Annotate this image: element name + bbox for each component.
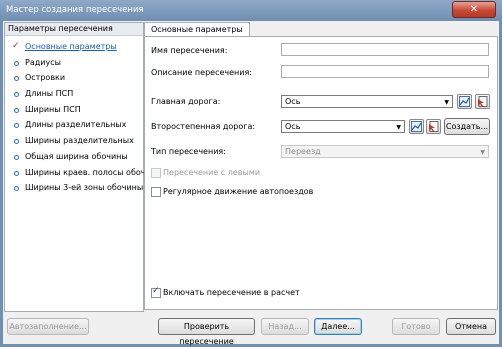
name-label: Имя пересечения: [151, 46, 228, 55]
sidebar-item-islands[interactable]: Островки [5, 70, 143, 86]
checkbox-box [151, 286, 161, 298]
sidebar-item-label: Ширины краев. полосы обочины [25, 167, 163, 177]
parameters-list: ✓ Основные параметры Радиусы Островки Дл… [5, 39, 162, 196]
tab-main-parameters[interactable]: Основные параметры [144, 22, 250, 37]
bullet-icon [14, 76, 19, 82]
sidebar-item-psp-lengths[interactable]: Длины ПСП [5, 86, 143, 102]
sidebar-item-label: Длины разделительных [25, 120, 127, 130]
sidebar-item-psp-widths[interactable]: Ширины ПСП [5, 102, 143, 118]
check-intersection-button[interactable]: Проверить пересечение [158, 318, 255, 346]
bullet-icon [14, 139, 19, 145]
checkbox-box [151, 168, 161, 178]
autofill-button[interactable]: Автозаполнение... [7, 318, 89, 335]
road-profile-icon [459, 96, 470, 107]
pick-secondary-road-button[interactable] [409, 119, 424, 134]
tab-strip: Основные параметры [144, 22, 498, 37]
parameters-panel: Основные параметры Имя пересечения: Опис… [144, 22, 498, 310]
regular-traffic-label: Регулярное движение автопоездов [163, 187, 314, 196]
bullet-icon [14, 154, 19, 160]
sidebar-item-main-parameters[interactable]: ✓ Основные параметры [5, 39, 143, 55]
sidebar-item-label: Ширины ПСП [25, 104, 81, 114]
secondary-road-value: Ось [285, 122, 301, 131]
next-button[interactable]: Далее... [314, 318, 362, 335]
road-profile-icon [411, 121, 422, 132]
cursor-pick-icon [429, 121, 439, 132]
main-road-label: Главная дорога: [151, 97, 221, 106]
bullet-icon [14, 123, 19, 129]
title-bar[interactable]: Мастер создания пересечения ✕ [0, 0, 502, 22]
sidebar-item-divider-widths[interactable]: Ширины разделительных [5, 133, 143, 149]
description-input[interactable] [281, 65, 489, 78]
checkbox-box [151, 187, 161, 197]
sidebar-item-third-zone-widths[interactable]: Ширины 3-ей зоны обочины [5, 180, 143, 196]
main-road-value: Ось [285, 97, 301, 106]
pick-main-road-button[interactable] [457, 94, 472, 109]
secondary-road-select[interactable]: Ось ▼ [281, 120, 405, 133]
close-button[interactable]: ✕ [452, 1, 496, 18]
cancel-button[interactable]: Отмена [446, 318, 496, 335]
intersection-type-select[interactable]: Переезд ▼ [281, 145, 489, 158]
bullet-icon [14, 92, 19, 98]
dialog-body: Параметры пересечения ✓ Основные парамет… [3, 21, 499, 346]
tab-page: Имя пересечения: Описание пересечения: Г… [144, 36, 498, 310]
window-title: Мастер создания пересечения [6, 5, 144, 15]
wizard-window: Мастер создания пересечения ✕ Параметры … [0, 0, 502, 347]
main-road-select[interactable]: Ось ▼ [281, 95, 453, 108]
sidebar-item-label: Радиусы [25, 57, 61, 67]
bullet-icon [14, 60, 19, 66]
footer-button-bar: Автозаполнение... Проверить пересечение … [3, 312, 499, 346]
select-secondary-road-on-plan-button[interactable] [426, 119, 441, 134]
description-label: Описание пересечения: [151, 68, 252, 77]
chevron-down-icon: ▼ [396, 124, 401, 131]
sidebar-item-edge-strip-widths[interactable]: Ширины краев. полосы обочины [5, 165, 162, 181]
chevron-down-icon: ▼ [480, 149, 485, 156]
type-label: Тип пересечения: [151, 147, 226, 156]
secondary-road-label: Второстепенная дорога: [151, 122, 256, 131]
create-road-button[interactable]: Создать... [444, 118, 490, 135]
include-in-calculation-label: Включать пересечение в расчет [163, 288, 300, 297]
cursor-pick-icon [478, 96, 488, 107]
sidebar-item-label: Ширины 3-ей зоны обочины [25, 183, 144, 193]
close-icon: ✕ [469, 4, 479, 15]
sidebar-item-label: Островки [25, 73, 66, 83]
bullet-icon [14, 170, 19, 176]
bullet-icon [14, 186, 19, 192]
chevron-down-icon: ▼ [444, 99, 449, 106]
sidebar-item-label: Длины ПСП [25, 89, 74, 99]
intersection-type-value: Переезд [285, 147, 321, 156]
finish-button[interactable]: Готово [392, 318, 440, 335]
bullet-icon [14, 107, 19, 113]
sidebar-item-label: Основные параметры [25, 42, 117, 51]
sidebar-item-divider-lengths[interactable]: Длины разделительных [5, 117, 143, 133]
select-main-road-on-plan-button[interactable] [475, 94, 490, 109]
pencil-check-icon: ✓ [12, 41, 20, 51]
parameters-sidebar: Параметры пересечения ✓ Основные парамет… [4, 22, 162, 312]
sidebar-header: Параметры пересечения [5, 23, 143, 36]
left-turn-label: Пересечение с левыми [163, 168, 261, 177]
sidebar-item-shoulder-width[interactable]: Общая ширина обочины [5, 149, 143, 165]
back-button[interactable]: Назад... [261, 318, 309, 335]
sidebar-item-label: Ширины разделительных [25, 136, 134, 146]
name-input[interactable] [281, 43, 489, 56]
sidebar-item-label: Общая ширина обочины [25, 151, 128, 161]
sidebar-item-radii[interactable]: Радиусы [5, 55, 143, 71]
